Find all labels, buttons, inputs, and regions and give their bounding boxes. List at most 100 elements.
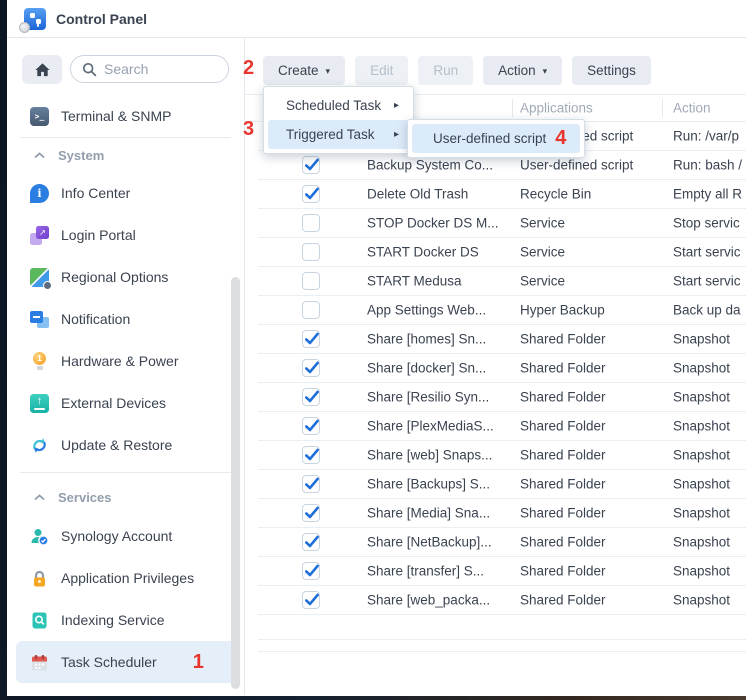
table-row[interactable]: STOP Docker DS M... Service Stop servic xyxy=(258,209,746,238)
divider xyxy=(20,472,231,473)
row-checkbox[interactable] xyxy=(302,243,320,261)
row-checkbox[interactable] xyxy=(302,388,320,406)
table-row[interactable]: Share [web_packa... Shared Folder Snapsh… xyxy=(258,586,746,615)
row-checkbox[interactable] xyxy=(302,562,320,580)
task-action: Stop servic xyxy=(673,216,740,231)
check-icon xyxy=(303,533,321,551)
row-checkbox[interactable] xyxy=(302,301,320,319)
table-row[interactable]: Share [web] Snaps... Shared Folder Snaps… xyxy=(258,441,746,470)
column-divider[interactable] xyxy=(662,99,663,117)
task-name: App Settings Web... xyxy=(367,303,486,318)
table-row[interactable]: Share [homes] Sn... Shared Folder Snapsh… xyxy=(258,325,746,354)
table-row[interactable]: Share [Media] Sna... Shared Folder Snaps… xyxy=(258,499,746,528)
menu-item-triggered-task[interactable]: Triggered Task ▸ xyxy=(268,120,409,149)
sidebar-item-update-restore[interactable]: Update & Restore xyxy=(7,424,244,466)
sidebar-item-synology-account[interactable]: Synology Account xyxy=(7,515,244,557)
task-name: Share [Backups] S... xyxy=(367,477,490,492)
table-row[interactable]: Share [PlexMediaS... Shared Folder Snaps… xyxy=(258,412,746,441)
sidebar-item-hardware-power[interactable]: Hardware & Power xyxy=(7,340,244,382)
row-checkbox[interactable] xyxy=(302,591,320,609)
row-checkbox[interactable] xyxy=(302,156,320,174)
task-application: Shared Folder xyxy=(520,535,606,550)
info-center-icon xyxy=(30,184,49,203)
edit-button[interactable]: Edit xyxy=(355,56,408,85)
update-restore-icon xyxy=(30,436,49,455)
check-icon xyxy=(303,591,321,609)
sidebar-section-services[interactable]: Services xyxy=(7,479,244,515)
row-checkbox[interactable] xyxy=(302,330,320,348)
create-button[interactable]: Create▾ xyxy=(263,56,345,85)
table-row[interactable]: Share [transfer] S... Shared Folder Snap… xyxy=(258,557,746,586)
indexing-icon xyxy=(30,611,49,630)
task-application: Shared Folder xyxy=(520,593,606,608)
row-checkbox[interactable] xyxy=(302,504,320,522)
sidebar-item-external-devices[interactable]: External Devices xyxy=(7,382,244,424)
menu-item-scheduled-task[interactable]: Scheduled Task ▸ xyxy=(268,91,409,120)
sidebar-item-info-center[interactable]: Info Center xyxy=(7,172,244,214)
table-row[interactable]: Delete Old Trash Recycle Bin Empty all R xyxy=(258,180,746,209)
task-name: Backup System Co... xyxy=(367,158,493,173)
table-row[interactable]: Share [NetBackup]... Shared Folder Snaps… xyxy=(258,528,746,557)
sidebar-item-notification[interactable]: Notification xyxy=(7,298,244,340)
sidebar-item-terminal-snmp[interactable]: Terminal & SNMP xyxy=(7,95,244,137)
sidebar-item-login-portal[interactable]: Login Portal xyxy=(7,214,244,256)
task-application: Shared Folder xyxy=(520,506,606,521)
sidebar-item-indexing-service[interactable]: Indexing Service xyxy=(7,599,244,641)
task-application: Shared Folder xyxy=(520,448,606,463)
sidebar-section-system[interactable]: System xyxy=(7,138,244,172)
task-application: Service xyxy=(520,274,565,289)
table-row[interactable]: START Medusa Service Start servic xyxy=(258,267,746,296)
row-checkbox[interactable] xyxy=(302,417,320,435)
calendar-icon xyxy=(30,653,49,672)
task-name: Share [Media] Sna... xyxy=(367,506,490,521)
chevron-up-icon xyxy=(34,152,45,159)
row-checkbox[interactable] xyxy=(302,185,320,203)
submenu-arrow-icon: ▸ xyxy=(394,100,399,111)
row-checkbox[interactable] xyxy=(302,475,320,493)
row-checkbox[interactable] xyxy=(302,533,320,551)
settings-button[interactable]: Settings xyxy=(572,56,651,85)
action-button[interactable]: Action▾ xyxy=(483,56,562,85)
terminal-icon xyxy=(30,107,49,126)
sidebar-item-task-scheduler[interactable]: Task Scheduler 1 xyxy=(16,641,238,683)
check-icon xyxy=(303,359,321,377)
task-name: Share [NetBackup]... xyxy=(367,535,492,550)
create-menu: Scheduled Task ▸ Triggered Task ▸ xyxy=(263,86,414,154)
chevron-down-icon: ▾ xyxy=(326,66,331,77)
table-row[interactable]: Share [Resilio Syn... Shared Folder Snap… xyxy=(258,383,746,412)
check-icon xyxy=(303,562,321,580)
menu-item-user-defined-script[interactable]: User-defined script 4 xyxy=(412,124,580,153)
sidebar-item-application-privileges[interactable]: Application Privileges xyxy=(7,557,244,599)
task-action: Snapshot xyxy=(673,361,730,376)
row-checkbox[interactable] xyxy=(302,446,320,464)
sidebar-scrollbar[interactable] xyxy=(231,277,240,689)
row-checkbox[interactable] xyxy=(302,214,320,232)
toolbar: Create▾ Edit Run Action▾ Settings xyxy=(245,38,746,85)
run-button[interactable]: Run xyxy=(418,56,473,85)
table-row[interactable]: START Docker DS Service Start servic xyxy=(258,238,746,267)
column-header-applications[interactable]: Applications xyxy=(520,101,593,116)
task-action: Snapshot xyxy=(673,593,730,608)
task-application: Shared Folder xyxy=(520,361,606,376)
home-button[interactable] xyxy=(22,55,62,84)
sidebar: Search Terminal & SNMP System Info Cente… xyxy=(7,38,245,695)
table-row[interactable]: App Settings Web... Hyper Backup Back up… xyxy=(258,296,746,325)
column-divider[interactable] xyxy=(512,99,513,117)
task-name: Share [Resilio Syn... xyxy=(367,390,489,405)
row-checkbox[interactable] xyxy=(302,359,320,377)
column-header-action[interactable]: Action xyxy=(673,101,711,116)
search-placeholder: Search xyxy=(104,61,148,77)
table-row[interactable]: Share [Backups] S... Shared Folder Snaps… xyxy=(258,470,746,499)
task-application: Service xyxy=(520,216,565,231)
lightbulb-icon xyxy=(30,352,49,371)
task-name: Share [homes] Sn... xyxy=(367,332,486,347)
sidebar-item-regional-options[interactable]: Regional Options xyxy=(7,256,244,298)
annotation-step-1: 1 xyxy=(193,651,204,674)
search-input[interactable]: Search xyxy=(70,55,229,83)
task-application: Shared Folder xyxy=(520,332,606,347)
task-action: Snapshot xyxy=(673,390,730,405)
row-checkbox[interactable] xyxy=(302,272,320,290)
table-row[interactable]: Share [docker] Sn... Shared Folder Snaps… xyxy=(258,354,746,383)
window-title: Control Panel xyxy=(56,11,147,27)
task-name: Share [web] Snaps... xyxy=(367,448,492,463)
